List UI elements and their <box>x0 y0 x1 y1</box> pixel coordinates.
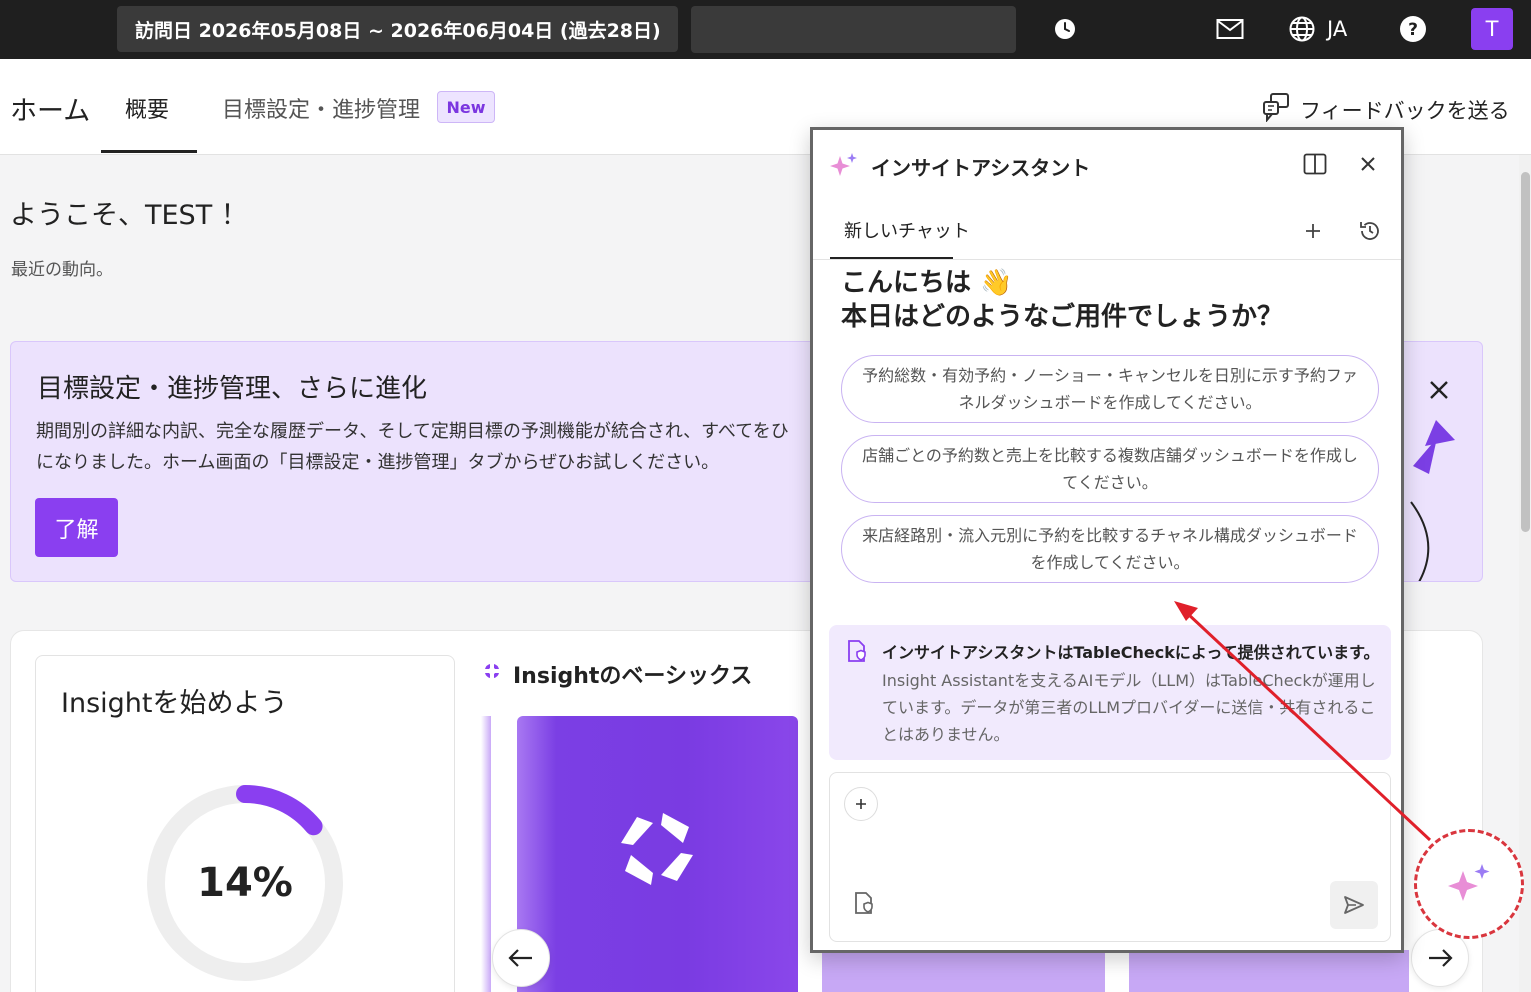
start-card-title: Insightを始めよう <box>61 688 288 719</box>
insight-assistant-panel: インサイトアシスタント 新しいチャット こんにちは 👋 本日はどのようなご用件で… <box>810 127 1404 953</box>
notice-title: インサイトアシスタントはTableCheckによって提供されています。 <box>882 643 1380 662</box>
user-avatar[interactable]: T <box>1471 8 1513 50</box>
plus-icon[interactable] <box>1300 218 1326 244</box>
close-icon[interactable] <box>1355 151 1381 177</box>
active-tab-indicator <box>101 150 197 153</box>
banner-title: 目標設定・進捗管理、さらに進化 <box>37 374 428 404</box>
close-icon[interactable] <box>1423 374 1455 406</box>
greeting-line: 本日はどのようなご用件でしょうか？ <box>841 302 1284 332</box>
basics-title: Insightのベーシックス <box>513 664 753 689</box>
tab-overview[interactable]: 概要 <box>125 92 169 124</box>
add-attachment-button[interactable] <box>844 787 878 821</box>
banner-text-line: になりました。ホーム画面の「目標設定・進捗管理」タブからぜひお試しください。 <box>36 452 720 473</box>
acknowledge-button[interactable]: 了解 <box>35 498 118 557</box>
greeting-line: こんにちは 👋 <box>841 268 1013 298</box>
sparkle-icon <box>1448 864 1490 901</box>
suggestion-chip[interactable]: 店舗ごとの予約数と売上を比較する複数店舗ダッシュボードを作成してください。 <box>841 435 1379 503</box>
video-card[interactable] <box>822 950 1105 992</box>
basics-heading: Insightのベーシックス <box>481 658 752 690</box>
dock-panel-icon[interactable] <box>1302 151 1328 177</box>
arrow-left-icon <box>508 949 532 967</box>
document-shield-icon[interactable] <box>854 891 874 919</box>
clock-icon[interactable] <box>1050 14 1080 44</box>
tab-new-chat[interactable]: 新しいチャット <box>844 217 970 243</box>
carousel-prev-button[interactable] <box>492 929 550 987</box>
scrollbar-thumb[interactable] <box>1521 172 1530 532</box>
language-label[interactable]: JA <box>1327 14 1347 44</box>
video-card[interactable] <box>1129 950 1409 992</box>
banner-text-line: 期間別の詳細な内訳、完全な履歴データ、そして定期目標の予測機能が統合され、すべて… <box>36 421 789 442</box>
video-card[interactable] <box>517 716 798 992</box>
send-icon <box>1344 896 1364 914</box>
provider-notice: インサイトアシスタントはTableCheckによって提供されています。 Insi… <box>829 625 1391 760</box>
arrow-right-icon <box>1429 949 1453 967</box>
top-bar: 訪問日 2026年05月08日 ~ 2026年06月04日 (過去28日) JA… <box>0 0 1531 59</box>
tab-divider <box>813 259 1401 260</box>
video-card-edge <box>481 716 491 992</box>
help-icon[interactable]: ? <box>1398 14 1428 44</box>
suggestion-chip[interactable]: 予約総数・有効予約・ノーショー・キャンセルを日別に示す予約ファネルダッシュボード… <box>841 355 1379 423</box>
welcome-heading: ようこそ、TEST ！ <box>10 200 248 231</box>
feedback-label: フィードバックを送る <box>1300 98 1510 123</box>
progress-percentage: 14% <box>197 860 293 906</box>
feedback-icon <box>1262 92 1290 127</box>
assistant-fab-button[interactable] <box>1414 829 1524 939</box>
insight-logo-icon <box>621 813 693 885</box>
start-card: Insightを始めよう 14% <box>35 655 455 992</box>
date-range-picker[interactable]: 訪問日 2026年05月08日 ~ 2026年06月04日 (過去28日) <box>117 6 678 52</box>
insight-logo-icon <box>481 660 503 688</box>
page-title: ホーム <box>10 96 91 127</box>
sparkle-icon <box>830 152 858 182</box>
new-badge: New <box>437 91 495 123</box>
suggestion-chip[interactable]: 来店経路別・流入元別に予約を比較するチャネル構成ダッシュボードを作成してください… <box>841 515 1379 583</box>
assistant-title: インサイトアシスタント <box>871 156 1091 180</box>
chat-composer[interactable] <box>829 772 1391 942</box>
assistant-greeting: こんにちは 👋 本日はどのようなご用件でしょうか？ <box>841 266 1283 334</box>
history-icon[interactable] <box>1357 218 1383 244</box>
document-shield-icon <box>847 639 867 667</box>
globe-icon[interactable] <box>1287 14 1317 44</box>
welcome-subtitle: 最近の動向。 <box>11 260 113 280</box>
send-button[interactable] <box>1330 881 1378 929</box>
feedback-button[interactable]: フィードバックを送る <box>1262 92 1510 127</box>
search-field[interactable] <box>691 6 1016 53</box>
svg-text:?: ? <box>1408 20 1418 40</box>
banner-text: 期間別の詳細な内訳、完全な履歴データ、そして定期目標の予測機能が統合され、すべて… <box>36 416 826 478</box>
mail-icon[interactable] <box>1215 14 1245 44</box>
tab-goal-settings[interactable]: 目標設定・進捗管理 <box>222 92 420 124</box>
notice-body: Insight Assistantを支えるAIモデル（LLM）はTableChe… <box>882 671 1376 744</box>
